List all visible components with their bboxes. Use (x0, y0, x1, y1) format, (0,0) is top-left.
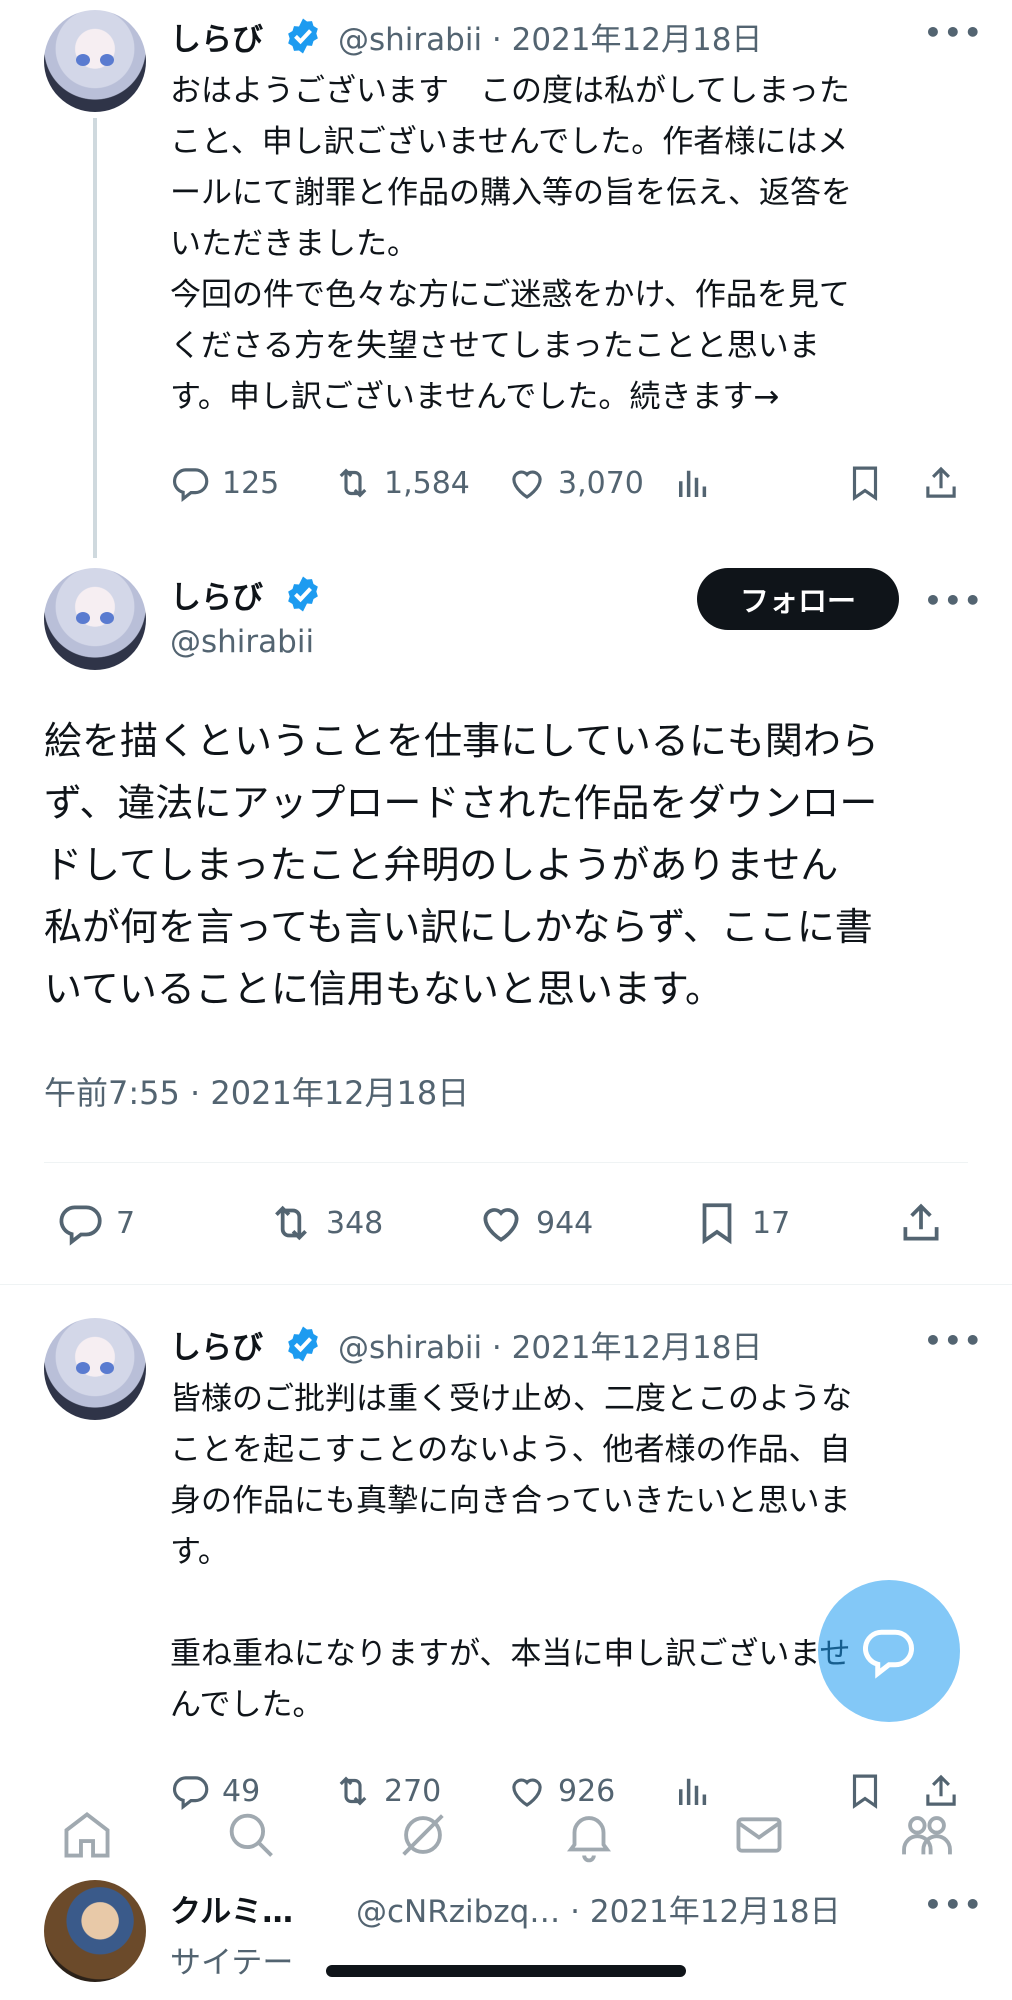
reply-icon (173, 468, 209, 502)
share-button[interactable] (920, 462, 962, 504)
more-options-icon[interactable]: ••• (924, 584, 984, 617)
handle[interactable]: @shirabii (338, 1330, 482, 1366)
tweet-text-line: いていることに信用もないと思います。 (44, 967, 724, 1011)
heart-icon (483, 1208, 519, 1242)
notifications-icon (567, 1816, 611, 1863)
thread-line (93, 118, 97, 558)
tweet-text: 絵を描くということを仕事にしているにも関わら ず、違法にアップロードされた作品を… (44, 710, 964, 1020)
handle[interactable]: @shirabii (170, 624, 314, 660)
share-icon (903, 1203, 939, 1241)
display-name[interactable]: しらび (170, 572, 263, 617)
reply-button[interactable]: 7 (56, 1198, 135, 1248)
retweet-icon (275, 1205, 307, 1241)
display-name[interactable]: クルミ… (170, 1886, 293, 1931)
tweet-text-line: 私が何を言っても言い訳にしかならず、ここに書 (44, 905, 873, 949)
compose-button[interactable] (818, 1580, 960, 1722)
tab-home[interactable] (52, 1800, 122, 1870)
grok-icon (402, 1814, 444, 1856)
more-options-icon[interactable]: ••• (924, 1324, 984, 1357)
tab-grok[interactable] (388, 1800, 458, 1870)
search-icon (229, 1813, 273, 1857)
like-count: 944 (536, 1205, 594, 1241)
tweet-text-line: ことを起こすことのないよう、他者様の作品、自 (170, 1432, 851, 1468)
tweet-text-line: いただきました。 (170, 226, 418, 262)
avatar[interactable] (44, 10, 146, 112)
tab-messages[interactable] (724, 1800, 794, 1870)
messages-icon (736, 1817, 782, 1853)
bookmark-icon (852, 466, 878, 501)
tweet-text-line: ールにて謝罪と作品の購入等の旨を伝え、返答を (170, 175, 852, 211)
tweet-text-line: 皆様のご批判は重く受け止め、二度とこのような (170, 1381, 852, 1417)
avatar[interactable] (44, 1880, 146, 1982)
like-button[interactable]: 3,070 (506, 462, 644, 504)
reply-button[interactable]: 125 (170, 462, 279, 504)
retweet-count: 348 (326, 1205, 384, 1241)
tweet-text-line: 今回の件で色々な方にご迷惑をかけ、作品を見て (170, 277, 850, 313)
compose-reply-icon (863, 1629, 914, 1679)
tab-notifications[interactable] (554, 1800, 624, 1870)
divider (0, 1284, 1012, 1285)
views-button[interactable] (672, 462, 714, 504)
retweet-button[interactable]: 348 (266, 1198, 383, 1248)
tab-communities[interactable] (892, 1800, 962, 1870)
like-button[interactable]: 944 (476, 1198, 593, 1248)
display-name[interactable]: しらび (170, 14, 263, 59)
more-options-icon[interactable]: ••• (924, 16, 984, 49)
reply-icon (59, 1205, 102, 1246)
separator: · (491, 22, 502, 58)
separator: · (570, 1894, 581, 1930)
tweet-text: サイテー (170, 1945, 294, 1981)
bookmark-icon (702, 1203, 732, 1245)
analytics-icon (679, 470, 707, 497)
avatar[interactable] (44, 568, 146, 670)
tab-search[interactable] (216, 1800, 286, 1870)
follow-button[interactable]: フォロー (697, 568, 899, 630)
avatar[interactable] (44, 1318, 146, 1420)
tweet-text-line: 身の作品にも真摯に向き合っていきたいと思いま (170, 1483, 851, 1519)
communities-icon (902, 1816, 952, 1855)
tweet-text-line: おはようございます この度は私がしてしまった (170, 73, 850, 109)
handle[interactable]: @cNRzibzq… (356, 1894, 560, 1930)
divider (44, 1162, 968, 1163)
tweet-timestamp[interactable]: 午前7:55 · 2021年12月18日 (44, 1068, 469, 1114)
more-options-icon[interactable]: ••• (924, 1888, 984, 1921)
home-icon (64, 1812, 110, 1858)
tweet-date[interactable]: 2021年12月18日 (512, 1330, 763, 1366)
verified-badge-icon (288, 18, 318, 54)
tweet-text-line: こと、申し訳ございませんでした。作者様にはメ (170, 124, 849, 160)
tweet-text-line: くださる方を失望させてしまったことと思いま (170, 328, 820, 364)
bottom-tab-bar (0, 1800, 1012, 1890)
tweet-text-line: す。 (170, 1534, 229, 1570)
tweet-actions: 125 1,584 3,070 (170, 462, 970, 512)
share-icon (926, 466, 956, 498)
home-indicator (326, 1965, 686, 1977)
reply-count: 7 (116, 1205, 136, 1241)
tweet-date[interactable]: 2021年12月18日 (512, 22, 763, 58)
tweet-date[interactable]: 2021年12月18日 (590, 1894, 841, 1930)
retweet-count: 1,584 (384, 465, 470, 501)
verified-badge-icon (288, 576, 318, 612)
handle[interactable]: @shirabii (338, 22, 482, 58)
tweet-text-line: 絵を描くということを仕事にしているにも関わら (44, 719, 879, 763)
separator: · (491, 1330, 502, 1366)
bookmark-button[interactable]: 17 (692, 1198, 790, 1248)
verified-badge-icon (288, 1326, 318, 1362)
tweet-text-line: ず、違法にアップロードされた作品をダウンロー (44, 781, 878, 825)
reply-count: 125 (222, 465, 280, 501)
bookmark-button[interactable] (844, 462, 886, 504)
retweet-button[interactable]: 1,584 (332, 462, 470, 504)
tweet-text-line: ドしてしまったこと弁明のしようがありません (44, 843, 839, 887)
share-button[interactable] (896, 1198, 946, 1248)
like-count: 3,070 (558, 465, 644, 501)
tweet-text: おはようございます この度は私がしてしまった こと、申し訳ございませんでした。作… (170, 66, 970, 423)
heart-icon (512, 470, 542, 499)
tweet-text-line: す。申し訳ございませんでした。続きます→ (170, 379, 780, 415)
retweet-icon (339, 468, 367, 498)
display-name[interactable]: しらび (170, 1322, 263, 1367)
tweet-actions: 7 348 944 17 (44, 1198, 968, 1248)
bookmark-count: 17 (752, 1205, 791, 1241)
